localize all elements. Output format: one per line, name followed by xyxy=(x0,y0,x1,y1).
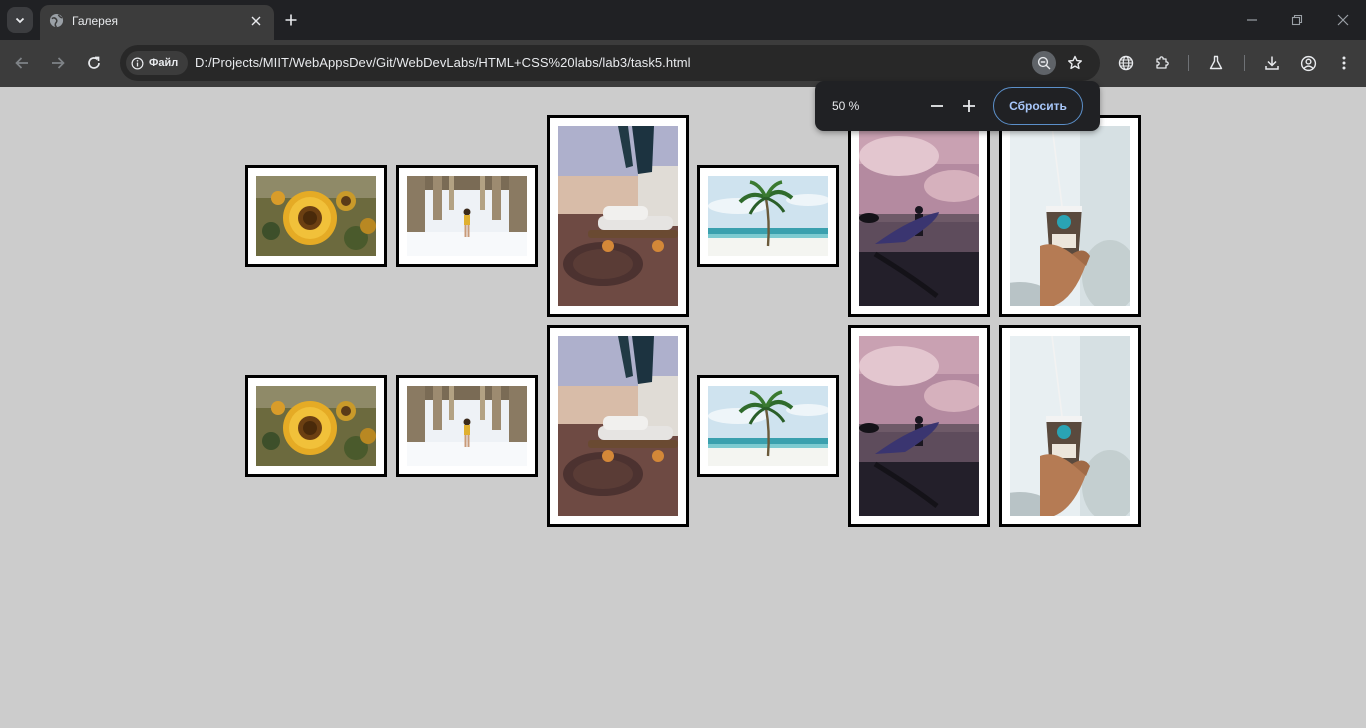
gallery-photo-surfer xyxy=(848,325,990,527)
back-button[interactable] xyxy=(11,52,33,74)
minimize-icon xyxy=(1247,19,1257,21)
gallery-photo-palm-tree xyxy=(697,165,839,267)
gallery-photo-palm-tree xyxy=(697,375,839,477)
surfer-image xyxy=(859,126,979,306)
coffee-cup-image xyxy=(1010,336,1130,516)
gallery-photo-pier-girl xyxy=(396,165,538,267)
address-bar[interactable]: Файл D:/Projects/MIIT/WebAppsDev/Git/Web… xyxy=(120,45,1100,81)
zoom-out-button[interactable] xyxy=(927,96,947,116)
bookmark-button[interactable] xyxy=(1064,52,1086,74)
profile-button[interactable] xyxy=(1297,52,1319,74)
gallery-photo-skateboard xyxy=(547,115,689,317)
zoom-indicator-button[interactable] xyxy=(1032,51,1056,75)
translate-button[interactable] xyxy=(1115,52,1137,74)
tab-close-button[interactable] xyxy=(248,13,264,29)
zoom-level-text: 50 % xyxy=(832,99,860,113)
url-text[interactable]: D:/Projects/MIIT/WebAppsDev/Git/WebDevLa… xyxy=(195,55,691,70)
flask-icon xyxy=(1209,55,1223,70)
close-window-button[interactable] xyxy=(1334,11,1352,29)
gallery-photo-pier-girl xyxy=(396,375,538,477)
tab-title: Галерея xyxy=(72,14,119,28)
arrow-left-icon xyxy=(15,57,28,69)
downloads-button[interactable] xyxy=(1261,52,1283,74)
reload-icon xyxy=(88,56,100,69)
zoom-out-icon xyxy=(1037,56,1051,70)
reload-button[interactable] xyxy=(83,52,105,74)
forward-button[interactable] xyxy=(47,52,69,74)
skateboard-image xyxy=(558,336,678,516)
globe-icon xyxy=(1118,55,1134,71)
palm-tree-image xyxy=(708,386,828,466)
surfer-image xyxy=(859,336,979,516)
more-vertical-icon xyxy=(1342,56,1346,70)
gallery-photo-coffee-cup xyxy=(999,115,1141,317)
toolbar-separator xyxy=(1188,55,1189,71)
new-tab-button[interactable] xyxy=(282,11,300,29)
palm-tree-image xyxy=(708,176,828,256)
sunflower-image xyxy=(256,176,376,256)
account-icon xyxy=(1300,55,1316,71)
zoom-popup: 50 % Сбросить xyxy=(815,81,1100,131)
skateboard-image xyxy=(558,126,678,306)
globe-icon xyxy=(49,13,64,28)
star-icon xyxy=(1068,55,1082,70)
extensions-button[interactable] xyxy=(1151,52,1173,74)
close-icon xyxy=(1337,14,1349,26)
zoom-reset-button[interactable]: Сбросить xyxy=(993,87,1083,125)
minus-icon xyxy=(931,105,943,107)
toolbar-separator xyxy=(1244,55,1245,71)
arrow-right-icon xyxy=(52,57,65,69)
gallery-photo-surfer xyxy=(848,115,990,317)
puzzle-icon xyxy=(1156,56,1169,69)
pier-girl-image xyxy=(407,386,527,466)
gallery-photo-skateboard xyxy=(547,325,689,527)
minimize-button[interactable] xyxy=(1243,11,1261,29)
download-icon xyxy=(1265,56,1279,70)
sunflower-image xyxy=(256,386,376,466)
restore-button[interactable] xyxy=(1288,11,1306,29)
zoom-in-button[interactable] xyxy=(959,96,979,116)
close-icon xyxy=(251,16,261,26)
browser-toolbar: Файл D:/Projects/MIIT/WebAppsDev/Git/Web… xyxy=(0,40,1366,87)
restore-icon xyxy=(1291,14,1303,26)
pier-girl-image xyxy=(407,176,527,256)
tab-search-button[interactable] xyxy=(7,7,33,33)
labs-button[interactable] xyxy=(1205,52,1227,74)
gallery xyxy=(0,87,1366,728)
plus-icon xyxy=(963,100,975,112)
site-info-label: Файл xyxy=(149,57,179,69)
chevron-down-icon xyxy=(15,17,25,24)
coffee-cup-image xyxy=(1010,126,1130,306)
info-icon xyxy=(131,57,144,69)
gallery-photo-coffee-cup xyxy=(999,325,1141,527)
plus-icon xyxy=(285,14,297,26)
menu-button[interactable] xyxy=(1333,52,1355,74)
gallery-photo-sunflower xyxy=(245,375,387,477)
active-tab[interactable]: Галерея xyxy=(40,5,274,40)
gallery-photo-sunflower xyxy=(245,165,387,267)
site-info-chip[interactable]: Файл xyxy=(126,51,188,75)
tab-strip: Галерея xyxy=(0,0,1366,40)
